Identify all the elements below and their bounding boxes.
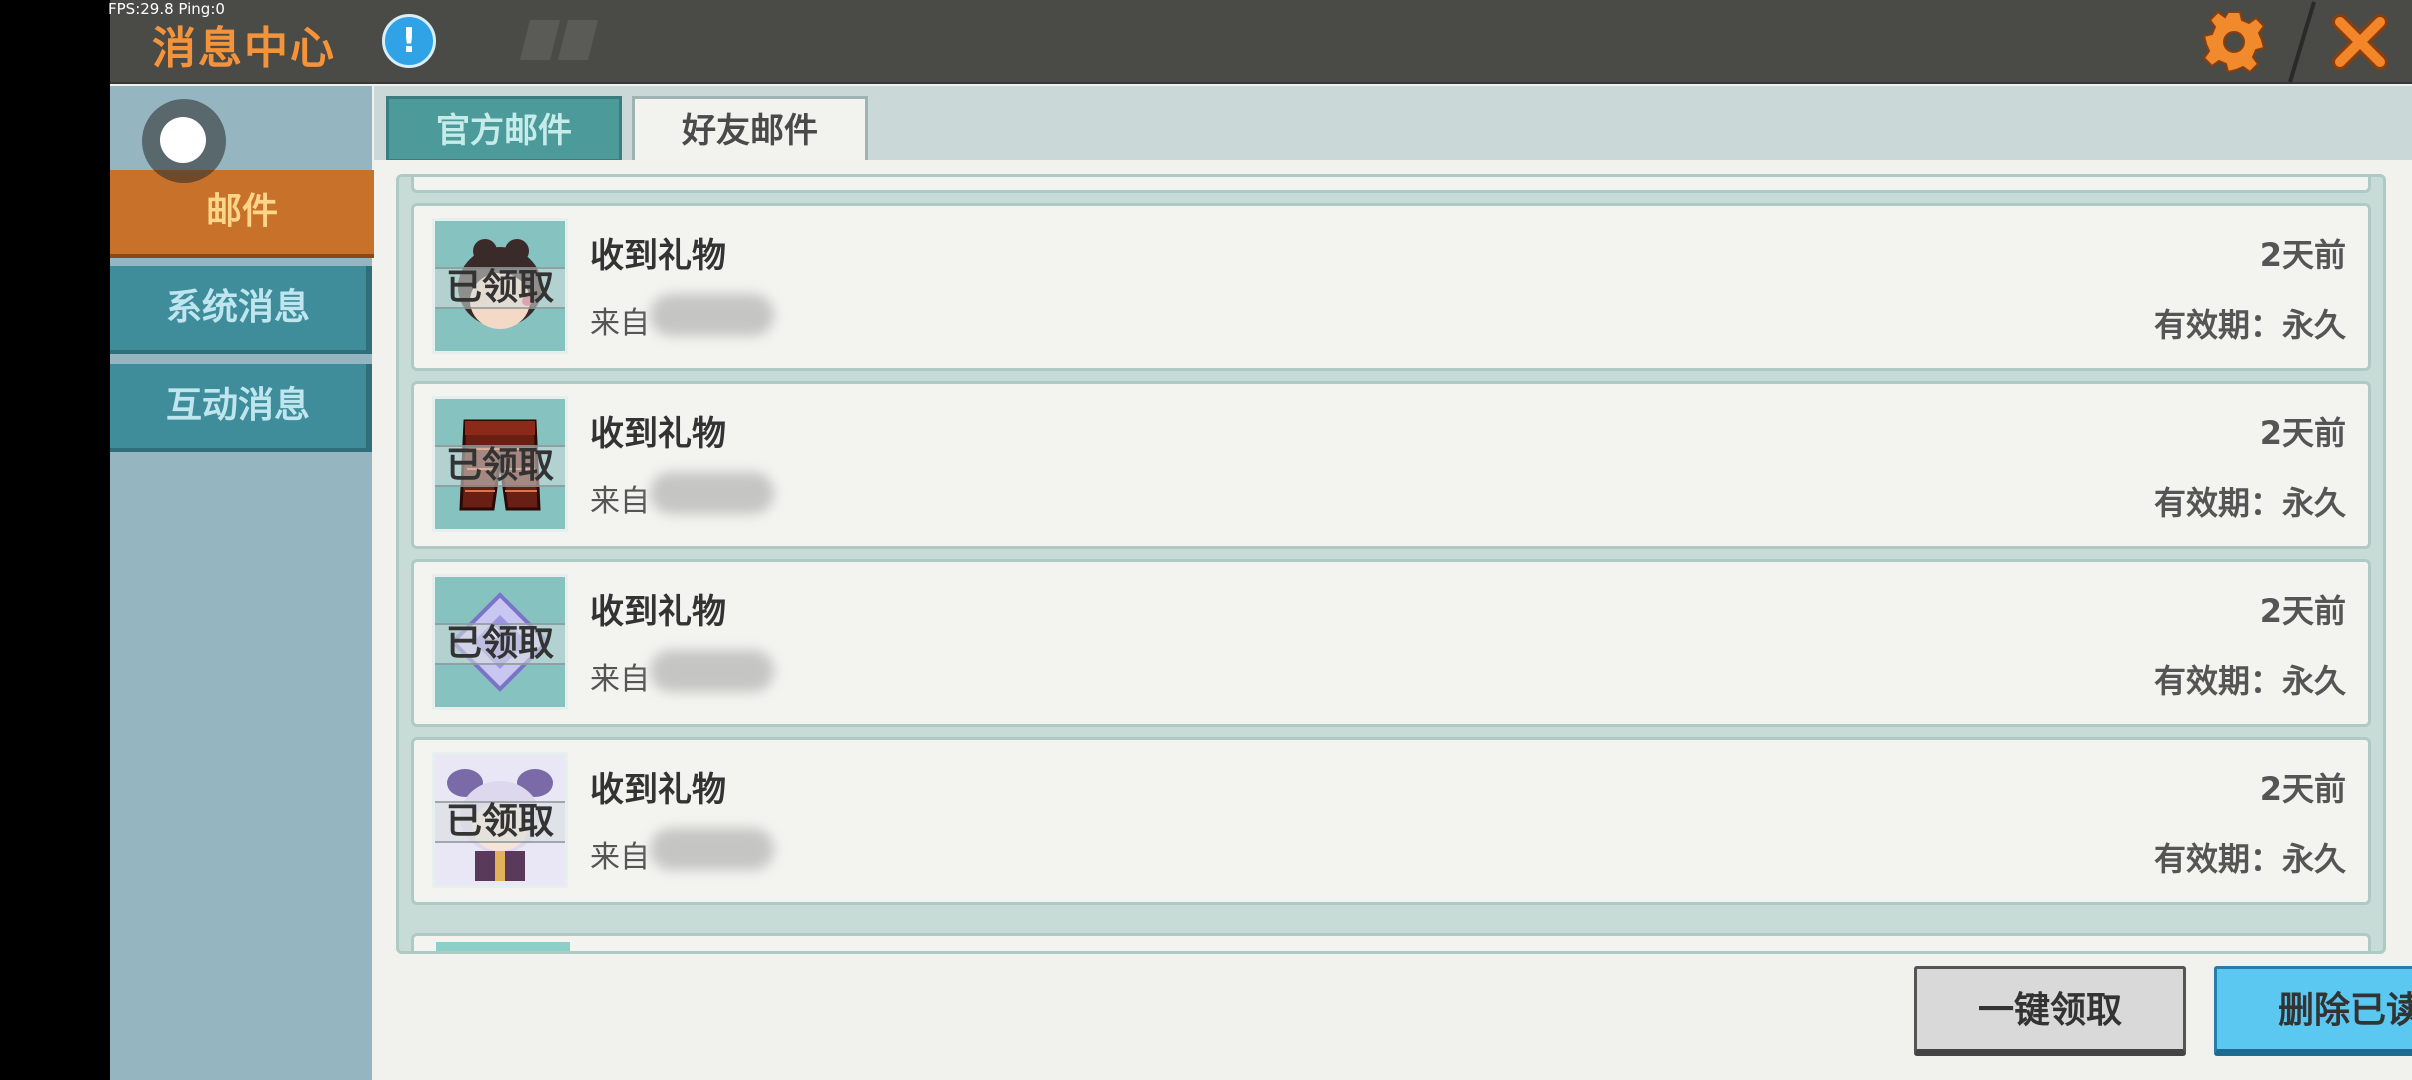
page-title: 消息中心 [152, 23, 336, 74]
mail-item[interactable]: 已领取 收到礼物 来自 2天前 有效期：永久 [411, 559, 2371, 727]
claimed-label: 已领取 [445, 801, 554, 842]
delete-read-button[interactable]: 删除已读 [2214, 966, 2412, 1056]
mail-expiry: 有效期：永久 [2153, 484, 2346, 522]
close-icon[interactable] [2328, 10, 2392, 74]
mail-sender-prefix: 来自 [590, 306, 650, 341]
info-button[interactable]: ! [382, 14, 436, 68]
mail-expiry: 有效期：永久 [2153, 662, 2346, 700]
tab-official-mail[interactable]: 官方邮件 [386, 96, 622, 162]
gift-thumbnail: 已领取 [432, 574, 568, 710]
sidebar-item-system-messages[interactable]: 系统消息 [110, 266, 372, 354]
sender-name-redacted [650, 650, 774, 692]
gift-thumbnail [436, 942, 570, 951]
mail-title: 收到礼物 [590, 236, 726, 276]
tab-friend-mail[interactable]: 好友邮件 [632, 96, 868, 166]
claimed-label: 已领取 [445, 623, 554, 664]
header-bar: 消息中心 ! [110, 0, 2412, 84]
mail-time: 2天前 [2259, 770, 2346, 808]
list-item-partial [411, 933, 2371, 951]
mail-title: 收到礼物 [590, 592, 726, 632]
claimed-label: 已领取 [445, 445, 554, 486]
claimed-label: 已领取 [445, 267, 554, 308]
gift-thumbnail: 已领取 [432, 396, 568, 532]
sender-name-redacted [650, 828, 774, 870]
mail-sender-prefix: 来自 [590, 484, 650, 519]
mail-sender-prefix: 来自 [590, 840, 650, 875]
mail-list[interactable]: 已领取 收到礼物 来自 2天前 有效期：永久 已领取 收到礼物 来自 2天前 有… [396, 174, 2386, 954]
sidebar-item-mail[interactable]: 邮件 [110, 170, 382, 258]
mail-title: 收到礼物 [590, 770, 726, 810]
sidebar-item-label: 互动消息 [165, 385, 310, 426]
mail-sender-prefix: 来自 [590, 662, 650, 697]
sidebar-item-label: 系统消息 [165, 287, 310, 328]
mail-time: 2天前 [2259, 236, 2346, 274]
sidebar-item-label: 邮件 [205, 191, 278, 232]
sender-name-redacted [650, 472, 774, 514]
claim-all-button[interactable]: 一键领取 [1914, 966, 2186, 1056]
message-center-screen: 消息中心 ! 邮件 系统消息 互动消息 官方邮件 好友邮件 已领取 收到礼物 来… [110, 0, 2412, 1080]
mail-time: 2天前 [2259, 414, 2346, 452]
touch-indicator [142, 99, 226, 183]
gear-icon[interactable] [2200, 8, 2268, 76]
sender-name-redacted [650, 294, 774, 336]
mail-item[interactable]: 已领取 收到礼物 来自 2天前 有效期：永久 [411, 203, 2371, 371]
mail-title: 收到礼物 [590, 414, 726, 454]
mail-time: 2天前 [2259, 592, 2346, 630]
gift-thumbnail: 已领取 [432, 218, 568, 354]
debug-stats: FPS:29.8 Ping:0 [108, 0, 225, 18]
mail-expiry: 有效期：永久 [2153, 840, 2346, 878]
header-decoration [520, 20, 598, 60]
mail-item[interactable]: 已领取 收到礼物 来自 2天前 有效期：永久 [411, 737, 2371, 905]
mail-expiry: 有效期：永久 [2153, 306, 2346, 344]
sidebar-item-interaction-messages[interactable]: 互动消息 [110, 364, 372, 452]
mail-content: 已领取 收到礼物 来自 2天前 有效期：永久 已领取 收到礼物 来自 2天前 有… [374, 160, 2412, 1080]
mail-item[interactable]: 已领取 收到礼物 来自 2天前 有效期：永久 [411, 381, 2371, 549]
gift-thumbnail: 已领取 [432, 752, 568, 888]
list-item-partial [411, 177, 2371, 193]
tab-bar: 官方邮件 好友邮件 [374, 86, 2412, 166]
header-divider [2288, 1, 2316, 83]
